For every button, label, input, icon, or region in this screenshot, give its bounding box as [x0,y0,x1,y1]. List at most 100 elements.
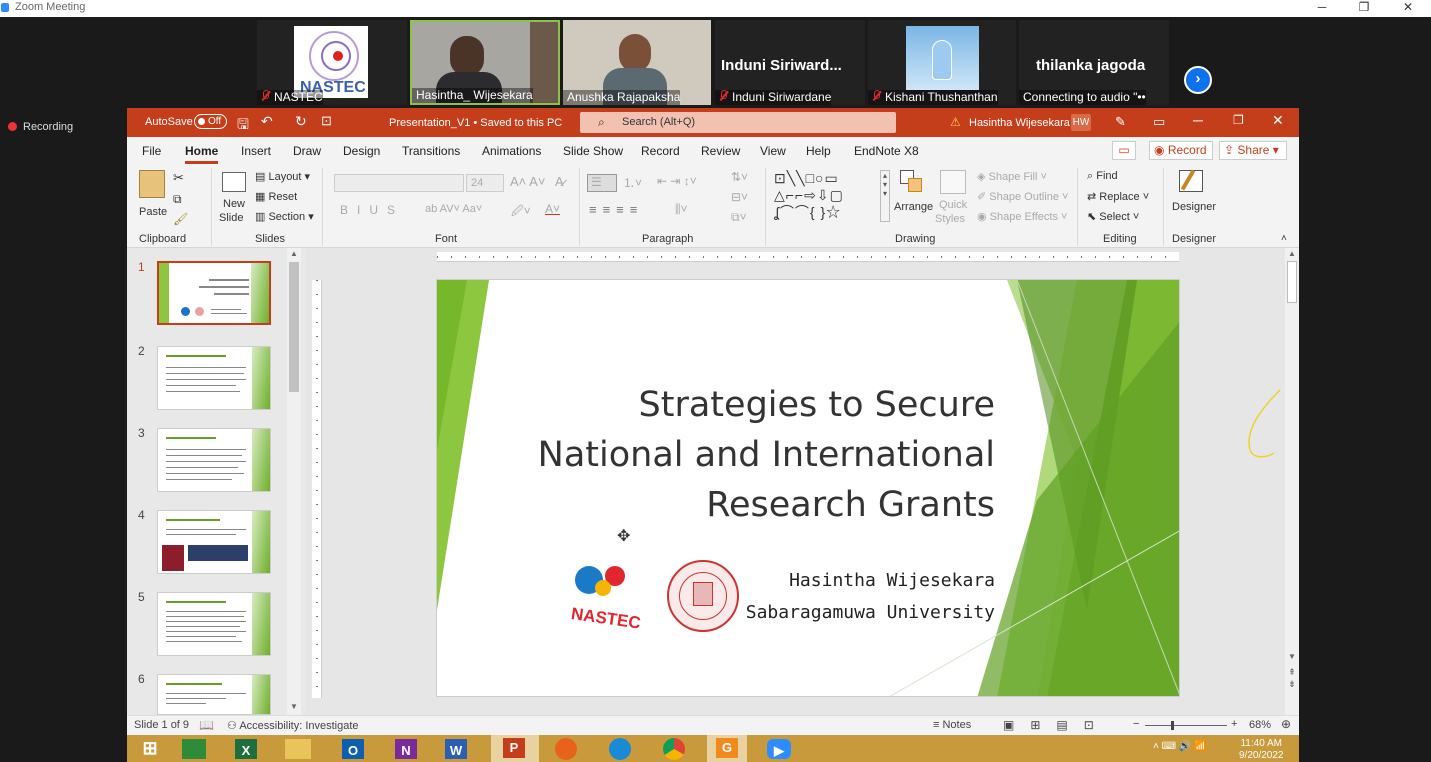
format-painter-icon[interactable]: 🖌 [173,212,188,226]
outlook-icon[interactable]: O [342,739,364,759]
notes-button[interactable]: ≡ Notes [933,719,971,731]
user-avatar[interactable]: HW [1071,114,1091,131]
arrange-icon[interactable] [900,170,924,194]
start-from-beginning-icon[interactable]: ⊡ [321,113,332,129]
ribbon-display-icon[interactable]: ▭ [1153,114,1165,130]
tab-help[interactable]: Help [806,144,831,158]
ppt-restore-icon[interactable]: ❐ [1233,113,1244,127]
designer-button[interactable]: Designer [1172,201,1216,213]
record-button[interactable]: ◉ Record [1149,141,1213,160]
shape-effects-button[interactable]: ◉ Shape Effects ˅ [977,210,1067,223]
current-slide[interactable]: Strategies to Secure National and Intern… [436,279,1180,697]
arrange-button[interactable]: Arrange [894,201,933,213]
zoom-out-icon[interactable]: − [1133,718,1139,730]
participant-tile-kishani[interactable]: Kishani Thushanthan [868,20,1016,105]
tab-slide-show[interactable]: Slide Show [563,144,623,158]
pen-icon[interactable]: ✎ [1115,114,1126,130]
autosave-toggle[interactable]: Off [194,114,227,129]
new-slide-label-2[interactable]: Slide [219,212,243,224]
slide-thumbnail-4[interactable] [157,510,271,574]
redo-icon[interactable]: ↻ [295,113,307,130]
font-more-icons[interactable]: ab AV˅ Aa˅ [425,203,482,215]
tab-endnote[interactable]: EndNote X8 [854,144,919,158]
text-direction-icon[interactable]: ⇅˅ [731,170,748,184]
spelling-icon[interactable]: 📖 [199,718,214,732]
cut-icon[interactable]: ✂ [173,170,184,186]
paste-button[interactable]: Paste [139,206,167,218]
minimize-icon[interactable]: ─ [1302,0,1342,17]
share-button[interactable]: ⇪ Share ▾ [1219,141,1287,160]
zoom-in-icon[interactable]: + [1231,718,1237,730]
scroll-thumb[interactable] [289,262,299,392]
tab-view[interactable]: View [760,144,786,158]
document-title[interactable]: Presentation_V1 • Saved to this PC [389,117,562,129]
view-buttons[interactable]: ▣⊞▤⊡ [1003,718,1110,732]
new-slide-label-1[interactable]: New [223,198,245,210]
scroll-thumb[interactable] [1287,261,1297,303]
search-box[interactable]: ⌕ Search (Alt+Q) [580,112,896,133]
comments-icon[interactable]: ▭ [1112,141,1136,160]
scroll-up-icon[interactable]: ▲ [1287,249,1297,258]
font-format-icons[interactable]: BIUS [340,203,404,217]
slide-thumbnail-5[interactable] [157,592,271,656]
increase-font-icon[interactable]: A˄ A˅ [510,174,545,189]
zoom-slider[interactable] [1145,721,1227,730]
find-button[interactable]: ⌕ Find [1087,170,1118,183]
tab-record[interactable]: Record [641,144,680,158]
scroll-down-icon[interactable]: ▼ [289,702,299,712]
slide-thumbnail-2[interactable] [157,346,271,410]
slide-thumbnail-1[interactable] [157,261,271,325]
slide-counter[interactable]: Slide 1 of 9 [134,719,189,731]
new-slide-icon[interactable] [222,172,246,192]
pdf-app-taskbar[interactable]: G [707,735,747,762]
fit-slide-icon[interactable]: ⊕ [1281,717,1291,731]
taskbar-clock[interactable]: 11:40 AM 9/20/2022 [1239,738,1284,762]
scroll-down-icon[interactable]: ▼ [1287,652,1297,661]
tab-file[interactable]: File [142,144,161,158]
slide-thumbnail-3[interactable] [157,428,271,492]
copy-icon[interactable]: ⧉ [173,192,182,207]
tab-transitions[interactable]: Transitions [402,144,460,158]
tab-review[interactable]: Review [701,144,740,158]
next-page-button[interactable]: › [1184,66,1212,94]
editor-scrollbar[interactable] [1413,248,1427,715]
tray-icons[interactable]: ˄ ⌨ 🔊 📶 [1153,741,1207,752]
numbering-icon[interactable]: ⒈˅ [623,174,642,191]
windows-start-icon[interactable]: ⊞ [135,737,165,760]
undo-icon[interactable]: ↶ [261,113,273,130]
participant-tile-hasintha[interactable]: Hasintha_ Wijesekara [410,20,560,105]
store-app-icon[interactable] [182,739,206,759]
tab-draw[interactable]: Draw [293,144,321,158]
font-color-icon[interactable]: A˅ [545,202,560,216]
indent-icons[interactable]: ⇤ ⇥ ↕˅ [657,174,697,188]
quick-styles-icon[interactable] [940,170,966,194]
zoom-taskbar-icon[interactable]: ▶ [767,739,791,759]
participant-tile-thilanka[interactable]: thilanka jagoda Connecting to audio "•• [1019,20,1169,105]
align-icons[interactable]: ≡≡≡≡ [589,202,643,217]
zoom-level[interactable]: 68% [1249,719,1271,731]
close-icon[interactable]: ✕ [1388,0,1428,17]
clear-format-icon[interactable]: A̷ [555,174,564,189]
tab-insert[interactable]: Insert [241,144,271,158]
tab-design[interactable]: Design [343,144,380,158]
shapes-gallery[interactable]: ⊡╲╲□○▭ △⌐⌐⇨⇩▢ ʆ⌒⌒{ }☆ [774,170,878,222]
shape-fill-button[interactable]: ◈ Shape Fill ˅ [977,170,1047,183]
edge-icon[interactable] [609,738,631,760]
accessibility-button[interactable]: ⚇ Accessibility: Investigate [227,719,359,732]
reset-button[interactable]: ▦ Reset [255,190,297,203]
select-button[interactable]: ⬉ Select ˅ [1087,210,1139,223]
highlight-icon[interactable]: 🖉˅ [511,202,531,223]
ppt-close-icon[interactable]: ✕ [1272,112,1284,129]
quick-styles-label-1[interactable]: Quick [939,199,967,211]
font-size-select[interactable]: 24 [466,174,504,192]
thumbnails-scrollbar[interactable]: ▲ ▼ [287,248,301,715]
scroll-up-icon[interactable]: ▲ [289,249,299,259]
tab-home[interactable]: Home [185,144,219,164]
chrome-icon[interactable] [663,738,685,760]
participant-tile-anushka[interactable]: Anushka Rajapaksha [563,20,711,105]
save-icon[interactable]: 🖫 [237,114,249,138]
file-explorer-icon[interactable] [285,739,311,759]
powerpoint-taskbar-active[interactable]: P [491,735,539,762]
shapes-more-icon[interactable]: ▴ ▾ ▾ [880,170,890,222]
word-icon[interactable]: W [445,739,467,759]
